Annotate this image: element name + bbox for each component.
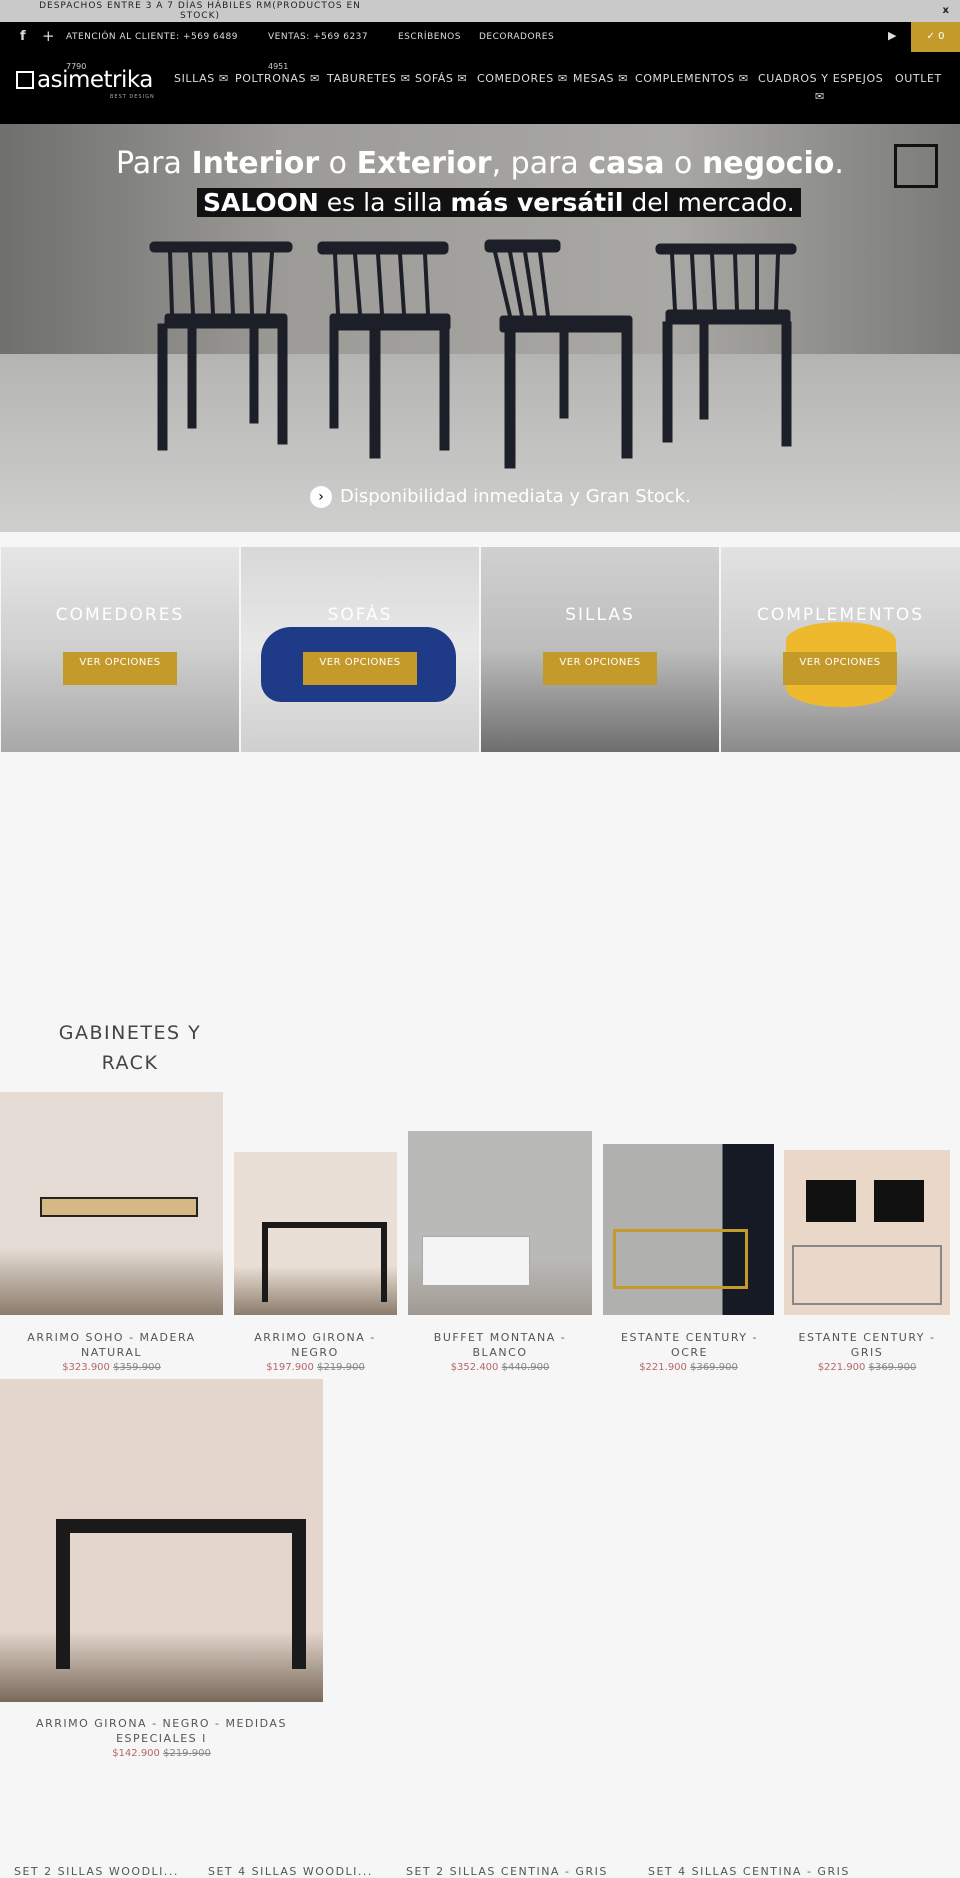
- product-price: $352.400 $440.900: [450, 1362, 550, 1373]
- product-price: $221.900 $369.900: [817, 1362, 917, 1373]
- product-name[interactable]: ESTANTE CENTURY - GRIS: [792, 1330, 942, 1360]
- nav-cuadros-espejos[interactable]: CUADROS Y ESPEJOS: [758, 72, 883, 85]
- category-tile-sillas[interactable]: SILLAS VER OPCIONES: [481, 547, 719, 752]
- category-label: COMPLEMENTOS: [756, 605, 925, 625]
- product-name[interactable]: SET 2 SILLAS WOODLI...: [14, 1865, 179, 1878]
- facebook-icon[interactable]: f: [20, 29, 26, 44]
- nav-taburetes[interactable]: TABURETES ✉: [327, 72, 411, 85]
- sales-phone-link[interactable]: VENTAS: +569 6237: [268, 32, 368, 42]
- logo-text: asimetrika: [37, 67, 153, 93]
- hero-headline: Para Interior o Exterior, para casa o ne…: [116, 146, 844, 181]
- category-label: SILLAS: [565, 605, 635, 625]
- logo-tagline: BEST DESIGN: [110, 94, 155, 100]
- product-price: $197.900 $219.900: [266, 1362, 365, 1373]
- sales-phone-extra: 4951: [268, 62, 289, 71]
- view-options-button[interactable]: VER OPCIONES: [543, 652, 657, 685]
- product-price: $323.900 $359.900: [62, 1362, 161, 1373]
- nav-poltronas[interactable]: POLTRONAS ✉: [235, 72, 320, 85]
- hero-cta[interactable]: › Disponibilidad inmediata y Gran Stock.: [310, 486, 691, 508]
- product-image[interactable]: [0, 1092, 223, 1315]
- promo-text: DESPACHOS ENTRE 3 A 7 DÍAS HÁBILES RM(PR…: [39, 1, 361, 21]
- category-label: COMEDORES: [55, 605, 185, 625]
- customer-phone-extra: 7790: [66, 62, 87, 71]
- product-image[interactable]: [784, 1150, 950, 1315]
- cart-button[interactable]: ✓ 0: [911, 22, 960, 52]
- nav-complementos[interactable]: COMPLEMENTOS ✉: [635, 72, 749, 85]
- nav-cuadros-dropdown-icon[interactable]: ✉: [815, 90, 825, 103]
- close-promo-button[interactable]: x: [943, 5, 950, 16]
- product-price: $221.900 $369.900: [639, 1362, 738, 1373]
- hero-subheadline: SALOON es la silla más versátil del merc…: [197, 188, 801, 217]
- category-tile-sofas[interactable]: SOFÁS VER OPCIONES: [241, 547, 479, 752]
- product-name[interactable]: ARRIMO SOHO - MADERA NATURAL: [0, 1330, 223, 1360]
- product-name[interactable]: ARRIMO GIRONA - NEGRO: [240, 1330, 390, 1360]
- customer-phone-link[interactable]: ATENCIÓN AL CLIENTE: +569 6489: [66, 32, 238, 42]
- view-options-button[interactable]: VER OPCIONES: [63, 652, 177, 685]
- hero-banner[interactable]: Para Interior o Exterior, para casa o ne…: [0, 124, 960, 532]
- product-price: $142.900 $219.900: [112, 1748, 211, 1759]
- product-image[interactable]: [408, 1131, 592, 1315]
- product-name[interactable]: ESTANTE CENTURY - OCRE: [612, 1330, 767, 1360]
- header: f + ATENCIÓN AL CLIENTE: +569 6489 VENTA…: [0, 22, 960, 124]
- category-tile-complementos[interactable]: COMPLEMENTOS VER OPCIONES: [721, 547, 960, 752]
- category-tile-comedores[interactable]: COMEDORES VER OPCIONES: [1, 547, 239, 752]
- chair-4: [655, 243, 797, 447]
- logo-mark-icon: [16, 71, 34, 89]
- nav-comedores[interactable]: COMEDORES ✉: [477, 72, 568, 85]
- view-options-button[interactable]: VER OPCIONES: [303, 652, 417, 685]
- product-image[interactable]: [603, 1144, 774, 1315]
- nav-outlet[interactable]: OUTLET: [895, 72, 942, 85]
- product-name[interactable]: SET 4 SILLAS WOODLI...: [208, 1865, 373, 1878]
- product-image[interactable]: [234, 1152, 397, 1315]
- chevron-right-icon: ›: [310, 486, 332, 508]
- category-label: SOFÁS: [327, 605, 393, 625]
- section-title: GABINETES Y RACK: [58, 1022, 202, 1074]
- chair-2: [317, 241, 451, 459]
- youtube-icon[interactable]: ▶: [888, 29, 897, 42]
- nav-sofas[interactable]: SOFÁS ✉: [415, 72, 467, 85]
- nav-mesas[interactable]: MESAS ✉: [573, 72, 628, 85]
- decorators-link[interactable]: DECORADORES: [479, 32, 554, 42]
- plus-icon[interactable]: +: [42, 27, 55, 45]
- product-name[interactable]: SET 2 SILLAS CENTINA - GRIS: [406, 1865, 608, 1878]
- product-name[interactable]: ARRIMO GIRONA - NEGRO - MEDIDAS ESPECIAL…: [20, 1716, 303, 1746]
- product-name[interactable]: SET 4 SILLAS CENTINA - GRIS: [648, 1865, 850, 1878]
- promo-bar: DESPACHOS ENTRE 3 A 7 DÍAS HÁBILES RM(PR…: [0, 0, 960, 22]
- contact-link[interactable]: ESCRÍBENOS: [398, 32, 461, 42]
- chairs-image: [149, 239, 797, 469]
- product-image[interactable]: [0, 1379, 323, 1702]
- brand-mark-icon: [894, 144, 938, 188]
- view-options-button[interactable]: VER OPCIONES: [783, 652, 897, 685]
- product-name[interactable]: BUFFET MONTANA - BLANCO: [420, 1330, 580, 1360]
- chair-3: [484, 239, 633, 469]
- chair-1: [149, 241, 293, 451]
- nav-sillas[interactable]: SILLAS ✉: [174, 72, 229, 85]
